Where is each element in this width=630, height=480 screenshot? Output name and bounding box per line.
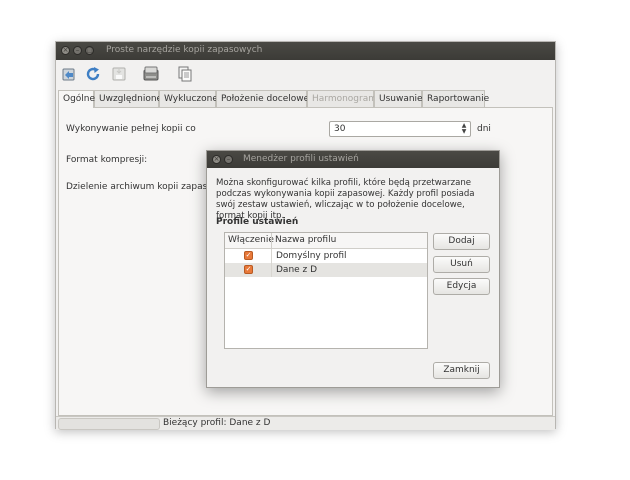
column-profile-name[interactable]: Nazwa profilu bbox=[275, 235, 336, 245]
backup-icon[interactable] bbox=[143, 66, 159, 82]
tab-destination[interactable]: Położenie docelowe bbox=[216, 90, 309, 107]
main-titlebar: × – □ Proste narzędzie kopii zapasowych bbox=[56, 42, 555, 60]
column-enabled[interactable]: Włączenie bbox=[228, 235, 274, 245]
save-icon[interactable] bbox=[111, 66, 127, 82]
status-bar: Bieżący profil: Dane z D bbox=[56, 416, 555, 430]
profiles-list-header: Włączenie Nazwa profilu bbox=[225, 233, 427, 249]
tab-general[interactable]: Ogólne bbox=[58, 90, 95, 108]
profile-manager-dialog: × – Menedżer profili ustawień Można skon… bbox=[206, 150, 500, 388]
tab-removal[interactable]: Usuwanie bbox=[374, 90, 423, 107]
minimize-window-button[interactable]: – bbox=[73, 46, 82, 55]
profiles-section-heading: Profile ustawień bbox=[216, 217, 299, 227]
split-archive-label: Dzielenie archiwum kopii zapasowe bbox=[66, 182, 226, 192]
profile-name: Dane z D bbox=[276, 265, 318, 275]
column-divider bbox=[271, 233, 272, 248]
status-text: Bieżący profil: Dane z D bbox=[163, 418, 271, 428]
full-backup-interval-input[interactable]: 30 ▲ ▼ bbox=[329, 121, 471, 137]
profiles-list[interactable]: Włączenie Nazwa profilu ✓ Domyślny profi… bbox=[224, 232, 428, 349]
remove-profile-button[interactable]: Usuń bbox=[433, 256, 490, 273]
full-backup-value: 30 bbox=[334, 124, 346, 134]
window-title: Proste narzędzie kopii zapasowych bbox=[106, 45, 263, 55]
compression-label: Format kompresji: bbox=[66, 155, 148, 165]
tab-schedule: Harmonogram bbox=[307, 90, 377, 107]
add-profile-button[interactable]: Dodaj bbox=[433, 233, 490, 250]
profile-row-selected[interactable]: ✓ Dane z D bbox=[225, 263, 427, 277]
status-progress bbox=[58, 418, 160, 430]
profile-name: Domyślny profil bbox=[276, 251, 347, 261]
close-window-button[interactable]: × bbox=[61, 46, 70, 55]
maximize-window-button[interactable]: □ bbox=[85, 46, 94, 55]
tab-bar: Ogólne Uwzględnione Wykluczone Położenie… bbox=[56, 90, 555, 108]
cell-divider bbox=[271, 263, 272, 277]
cell-divider bbox=[271, 249, 272, 263]
tab-reporting[interactable]: Raportowanie bbox=[422, 90, 489, 107]
spin-updown-icon[interactable]: ▲ ▼ bbox=[460, 123, 468, 135]
dialog-description: Można skonfigurować kilka profili, które… bbox=[216, 178, 475, 221]
full-backup-label: Wykonywanie pełnej kopii co bbox=[66, 124, 196, 134]
dialog-close-icon[interactable]: × bbox=[212, 155, 221, 164]
dialog-title: Menedżer profili ustawień bbox=[243, 154, 359, 164]
refresh-icon[interactable] bbox=[85, 66, 101, 82]
tab-excluded[interactable]: Wykluczone bbox=[159, 90, 218, 107]
profile-row[interactable]: ✓ Domyślny profil bbox=[225, 249, 427, 263]
full-backup-unit: dni bbox=[477, 124, 491, 134]
profile-enabled-checkbox[interactable]: ✓ bbox=[244, 251, 253, 260]
open-icon[interactable] bbox=[61, 66, 77, 82]
dialog-titlebar: × – Menedżer profili ustawień bbox=[207, 151, 499, 168]
profile-enabled-checkbox[interactable]: ✓ bbox=[244, 265, 253, 274]
tab-included[interactable]: Uwzględnione bbox=[94, 90, 162, 107]
edit-profile-button[interactable]: Edycja bbox=[433, 278, 490, 295]
close-dialog-button[interactable]: Zamknij bbox=[433, 362, 490, 379]
dialog-minimize-icon[interactable]: – bbox=[224, 155, 233, 164]
copy-icon[interactable] bbox=[177, 66, 193, 82]
